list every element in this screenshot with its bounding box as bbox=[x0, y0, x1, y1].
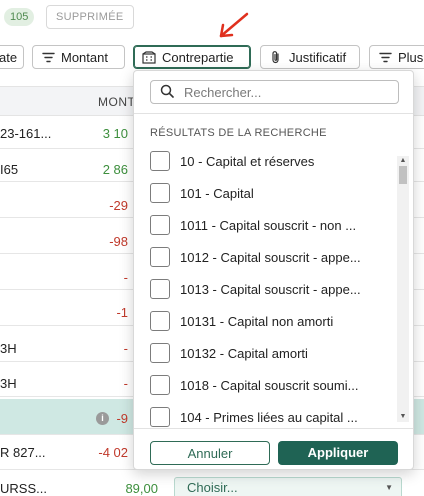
checkbox[interactable] bbox=[150, 183, 170, 203]
option-item[interactable]: 104 - Primes liées au capital ... bbox=[150, 406, 358, 428]
option-item[interactable]: 10132 - Capital amorti bbox=[150, 342, 308, 364]
checkbox[interactable] bbox=[150, 407, 170, 427]
row-amount: 89,00 bbox=[125, 481, 158, 496]
row-amount: -98 bbox=[109, 234, 128, 249]
checkbox[interactable] bbox=[150, 375, 170, 395]
apply-button[interactable]: Appliquer bbox=[278, 441, 398, 465]
checkbox[interactable] bbox=[150, 247, 170, 267]
checkbox[interactable] bbox=[150, 343, 170, 363]
divider bbox=[134, 428, 413, 429]
option-item[interactable]: 1018 - Capital souscrit soumi... bbox=[150, 374, 358, 396]
row-amount: -4 02 bbox=[98, 445, 128, 460]
option-item[interactable]: 1013 - Capital souscrit - appe... bbox=[150, 278, 361, 300]
deleted-filter-tag[interactable]: SUPPRIMÉE bbox=[46, 5, 134, 29]
row-amount: - bbox=[123, 341, 128, 356]
row-amount: - bbox=[123, 270, 128, 285]
row-label: 23-161... bbox=[0, 126, 52, 141]
contrepartie-dropdown: RÉSULTATS DE LA RECHERCHE 10 - Capital e… bbox=[133, 70, 414, 470]
option-item[interactable]: 1012 - Capital souscrit - appe... bbox=[150, 246, 361, 268]
checkbox[interactable] bbox=[150, 311, 170, 331]
search-input[interactable] bbox=[184, 84, 384, 100]
row-amount: -1 bbox=[116, 305, 128, 320]
filter-justificatif-button[interactable]: Justificatif bbox=[260, 45, 360, 69]
row-amount: -9 bbox=[116, 411, 128, 426]
option-item[interactable]: 10 - Capital et réserves bbox=[150, 150, 314, 172]
amount-column-header[interactable]: MONT bbox=[98, 95, 135, 109]
scroll-thumb[interactable] bbox=[399, 166, 407, 184]
checkbox[interactable] bbox=[150, 151, 170, 171]
caret-down-icon: ▼ bbox=[385, 483, 393, 492]
filter-plus-button[interactable]: Plus bbox=[369, 45, 424, 69]
scroll-up-icon[interactable]: ▲ bbox=[397, 156, 409, 166]
filter-montant-button[interactable]: Montant bbox=[32, 45, 125, 69]
option-item[interactable]: 10131 - Capital non amorti bbox=[150, 310, 333, 332]
scroll-down-icon[interactable]: ▼ bbox=[397, 412, 409, 422]
search-box[interactable] bbox=[150, 80, 399, 104]
row-amount: 3 10 bbox=[102, 126, 128, 141]
count-badge: 105 bbox=[4, 8, 35, 26]
row-amount: -29 bbox=[109, 198, 128, 213]
row-label: R 827... bbox=[0, 445, 46, 460]
checkbox[interactable] bbox=[150, 279, 170, 299]
paperclip-icon bbox=[269, 50, 283, 64]
search-icon bbox=[160, 84, 174, 101]
counterpart-select[interactable]: Choisir... ▼ bbox=[174, 477, 402, 496]
filter-contrepartie-button[interactable]: Contrepartie bbox=[133, 45, 251, 69]
row-amount: 2 86 bbox=[102, 162, 128, 177]
filter-lines-icon bbox=[41, 50, 55, 64]
checkbox[interactable] bbox=[150, 215, 170, 235]
cancel-button[interactable]: Annuler bbox=[150, 441, 270, 465]
option-item[interactable]: 101 - Capital bbox=[150, 182, 254, 204]
divider bbox=[134, 113, 413, 114]
options-scrollbar[interactable]: ▲ ▼ bbox=[397, 156, 409, 422]
row-label: 3H bbox=[0, 376, 17, 391]
filter-date-button[interactable]: ate bbox=[0, 45, 24, 69]
row-label: I65 bbox=[0, 162, 19, 177]
row-amount: - bbox=[123, 376, 128, 391]
option-item[interactable]: 1011 - Capital souscrit - non ... bbox=[150, 214, 356, 236]
building-icon bbox=[142, 50, 156, 64]
info-icon[interactable]: i bbox=[96, 412, 109, 425]
row-label: 3H bbox=[0, 341, 17, 356]
results-label: RÉSULTATS DE LA RECHERCHE bbox=[150, 127, 327, 139]
filter-lines-icon bbox=[378, 50, 392, 64]
annotation-arrow-icon bbox=[219, 12, 249, 38]
row-label: URSS... bbox=[0, 481, 47, 496]
